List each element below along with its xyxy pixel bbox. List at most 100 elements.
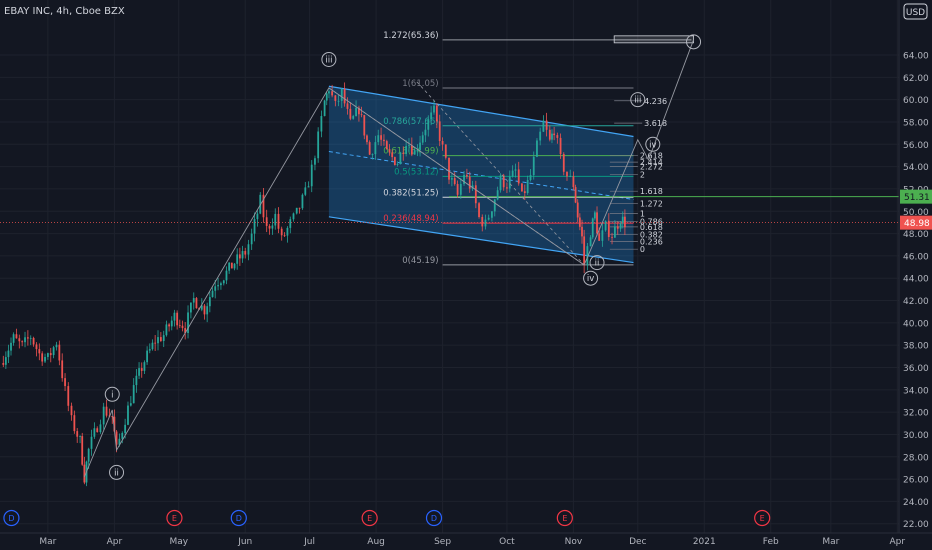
candle-body (430, 112, 433, 120)
target-box[interactable] (613, 35, 694, 44)
candle-body (61, 360, 64, 379)
candle-body (49, 353, 52, 356)
candle-body (621, 216, 624, 224)
candle-body (556, 135, 559, 138)
time-tick-label: Aug (367, 537, 385, 547)
candle-body (377, 135, 380, 143)
candle-body (211, 290, 214, 298)
candle-body (247, 244, 250, 255)
time-tick-label: Jul (303, 537, 315, 547)
candle-body (325, 93, 328, 101)
candle-body (73, 415, 76, 432)
candle-body (192, 298, 195, 303)
candle-body (465, 174, 468, 177)
candle-body (374, 142, 377, 155)
price-tick-label: 36.00 (903, 364, 929, 374)
candle-body (562, 154, 565, 172)
candle-body (548, 129, 551, 140)
time-tick-label: Oct (499, 537, 515, 547)
price-tick-label: 44.00 (903, 275, 929, 285)
candle-body (170, 320, 173, 327)
candle-body (44, 356, 46, 362)
fib-level-label: 0.382(51.25) (383, 188, 438, 198)
candle-body (576, 202, 579, 218)
candle-body (241, 251, 244, 259)
candle-body (90, 436, 93, 449)
candle-body (385, 141, 388, 150)
candle-body (233, 263, 236, 269)
candle-body (589, 237, 592, 247)
candle-body (151, 342, 154, 350)
time-tick-label: Mar (822, 537, 839, 547)
fib-extension-label: 1.618 (640, 187, 663, 196)
price-chart[interactable]: 1(61.05)0.786(57.66)0.618(54.99)0.5(53.1… (0, 0, 932, 550)
event-marker-label: D (236, 514, 242, 523)
candle-body (4, 357, 7, 365)
candle-body (87, 448, 90, 462)
candle-body (343, 88, 346, 104)
candle-body (402, 152, 405, 154)
candle-body (12, 334, 15, 343)
candle-body (99, 424, 102, 433)
candle-body (178, 325, 181, 327)
fib-level-label: 0.5(53.12) (394, 167, 438, 177)
time-tick-label: Mar (39, 537, 56, 547)
candle-body (176, 312, 179, 326)
candle-body (154, 342, 157, 344)
fib-extension-label: 0 (640, 245, 645, 254)
event-marker-label: E (562, 514, 567, 523)
candle-body (529, 175, 532, 180)
candle-body (399, 152, 402, 165)
event-marker-label: D (8, 514, 14, 523)
price-tick-label: 28.00 (903, 453, 929, 463)
candle-body (277, 213, 280, 229)
candle-body (444, 144, 447, 158)
candle-body (459, 183, 462, 195)
candle-body (574, 187, 577, 203)
price-tick-label: 22.00 (903, 520, 929, 530)
candle-body (511, 170, 514, 177)
candle-body (81, 436, 84, 465)
candle-body (280, 228, 283, 236)
event-marker-label: E (172, 514, 177, 523)
level-price-value: 51.31 (904, 193, 930, 203)
candle-body (413, 150, 416, 155)
fib-level-label: 1(61.05) (402, 79, 438, 89)
candle-body (165, 324, 168, 336)
candle-body (29, 337, 32, 339)
candle-body (238, 254, 241, 259)
candle-body (393, 157, 396, 165)
candle-body (225, 270, 228, 281)
candle-body (286, 227, 289, 236)
candle-body (523, 191, 526, 193)
price-tick-label: 40.00 (903, 319, 929, 329)
candle-body (47, 353, 49, 357)
candle-body (304, 187, 307, 195)
candle-body (334, 95, 337, 101)
candle-body (487, 217, 490, 220)
candle-body (268, 225, 271, 229)
candle-body (396, 164, 399, 165)
candle-body (79, 436, 81, 437)
candle-body (64, 378, 66, 387)
candle-body (310, 164, 313, 187)
candle-body (536, 140, 538, 157)
candle-body (327, 91, 330, 94)
candle-body (138, 368, 140, 376)
candle-body (508, 176, 511, 189)
candle-body (366, 135, 368, 143)
candle-body (26, 337, 29, 339)
candle-body (448, 157, 450, 180)
wave-label-text: iii (634, 96, 641, 106)
candle-body (613, 226, 616, 238)
candle-body (499, 175, 502, 191)
candle-body (58, 344, 61, 361)
candle-body (10, 342, 12, 351)
candle-body (124, 424, 127, 433)
price-tick-label: 24.00 (903, 498, 929, 508)
time-tick-label: Feb (763, 537, 779, 547)
time-tick-label: May (169, 537, 188, 547)
candle-body (135, 375, 138, 386)
candle-body (129, 403, 132, 406)
candle-body (410, 145, 413, 155)
